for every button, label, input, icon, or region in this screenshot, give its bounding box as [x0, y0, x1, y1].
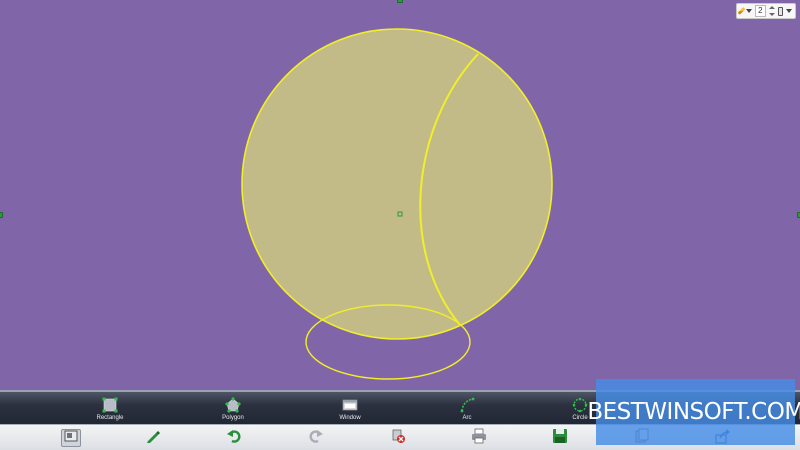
large-circle-shape[interactable]: [241, 28, 553, 340]
window-icon: [342, 397, 358, 413]
save-icon: [552, 428, 568, 449]
polygon-tool-button[interactable]: Polygon: [203, 396, 263, 424]
chevron-down-icon[interactable]: [786, 9, 792, 13]
eraser-icon[interactable]: [777, 6, 783, 16]
rectangle-tool-button[interactable]: Rectangle: [80, 396, 140, 424]
window-tool-button[interactable]: Window: [320, 396, 380, 424]
print-icon: [471, 428, 487, 449]
select-capture-button[interactable]: [61, 429, 81, 447]
window-tool-label: Window: [339, 415, 361, 421]
pen-size-value[interactable]: 2: [755, 5, 766, 17]
chevron-down-icon[interactable]: [746, 9, 753, 13]
polygon-icon: [225, 397, 241, 413]
rectangle-tool-label: Rectangle: [96, 415, 124, 421]
print-button[interactable]: [469, 428, 489, 449]
top-resize-handle[interactable]: [397, 0, 403, 3]
clear-icon: [390, 428, 406, 449]
redo-icon: [308, 428, 324, 449]
drawing-canvas[interactable]: [0, 0, 800, 390]
pencil-icon[interactable]: [737, 7, 746, 15]
arc-icon: [459, 397, 475, 413]
undo-icon: [226, 428, 242, 449]
pen-icon: [145, 428, 161, 449]
pen-button[interactable]: [143, 429, 163, 447]
pen-settings-widget[interactable]: 2: [736, 3, 796, 19]
rectangle-icon: [102, 397, 118, 413]
canvas-shapes: [241, 28, 553, 380]
arc-tool-button[interactable]: Arc: [437, 396, 497, 424]
watermark-text: BESTWINSOFT.COM: [587, 399, 800, 425]
redo-button[interactable]: [306, 429, 326, 447]
clear-button[interactable]: [388, 429, 408, 447]
polygon-tool-label: Polygon: [222, 415, 244, 421]
pen-size-spinner[interactable]: [768, 6, 775, 16]
left-resize-handle[interactable]: [0, 212, 3, 218]
circle-icon: [572, 397, 588, 413]
circle-tool-label: Circle: [572, 415, 588, 421]
watermark-banner: BESTWINSOFT.COM: [587, 379, 800, 445]
save-button[interactable]: [550, 428, 570, 449]
select-capture-icon: [64, 429, 78, 447]
undo-button[interactable]: [224, 429, 244, 447]
arc-tool-label: Arc: [462, 415, 472, 421]
